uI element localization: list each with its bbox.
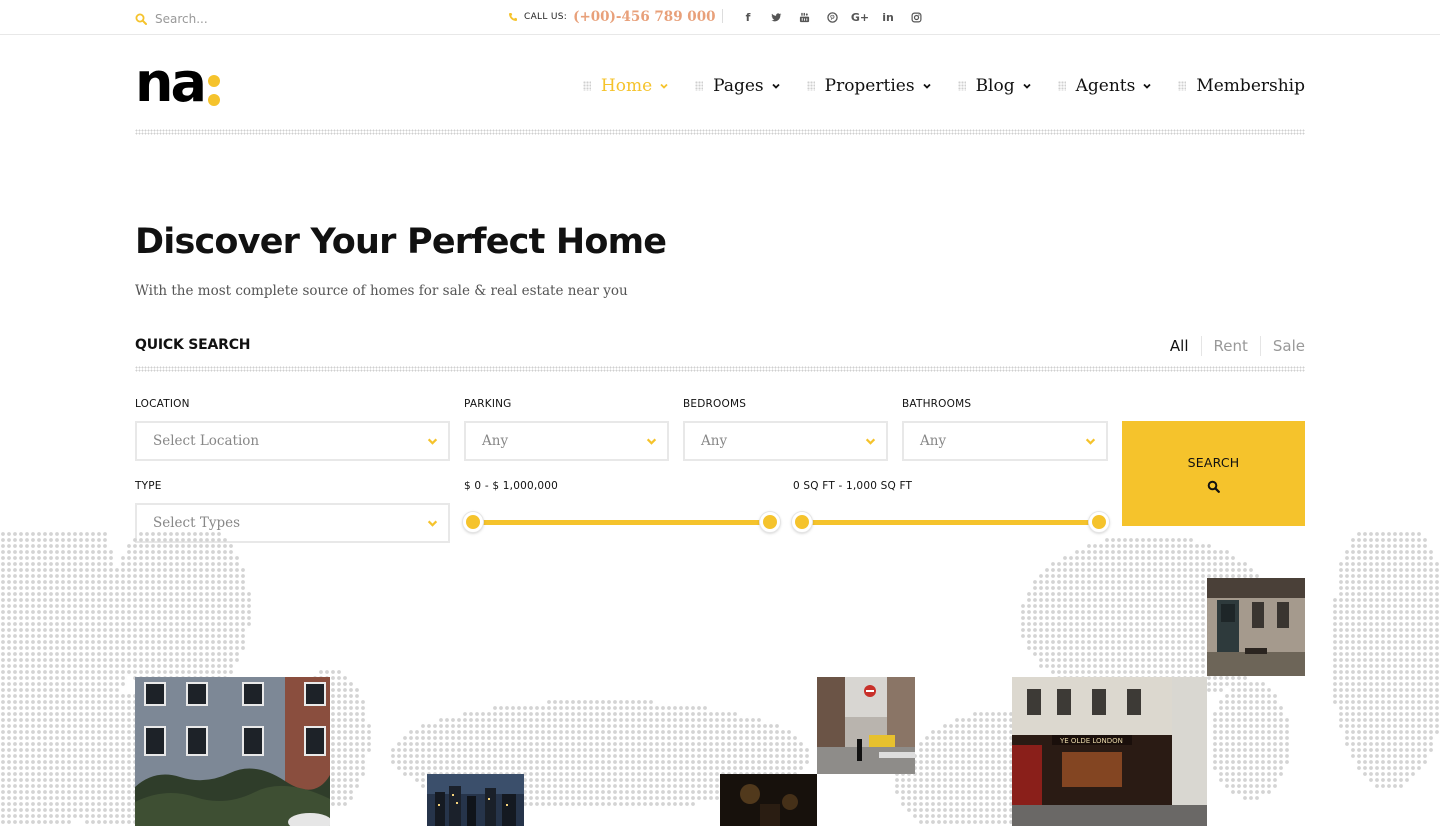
property-photo[interactable] [135, 677, 330, 826]
price-range-slider[interactable] [463, 512, 780, 532]
nav-item-label: Pages [713, 76, 764, 96]
bathrooms-select[interactable]: Any [902, 421, 1108, 461]
search-icon [1207, 480, 1220, 493]
chevron-down-icon [427, 438, 438, 445]
area-range-label: 0 SQ FT - 1,000 SQ FT [793, 480, 913, 492]
pinterest-icon[interactable] [818, 9, 846, 25]
bedrooms-label: BEDROOMS [683, 398, 747, 410]
slider-track [463, 520, 780, 525]
area-min-handle[interactable] [792, 512, 812, 532]
chevron-down-icon [646, 438, 657, 445]
search-input[interactable] [155, 12, 355, 26]
grip-icon [695, 81, 704, 91]
linkedin-icon[interactable]: in [874, 9, 902, 25]
logo-text: na [135, 51, 207, 114]
type-label: TYPE [135, 480, 162, 492]
call-us-label: CALL US: [524, 12, 568, 22]
top-bar: CALL US: (+00)-456 789 000 f G+ in [0, 0, 1440, 35]
property-photo[interactable] [427, 774, 524, 826]
nav-item-label: Home [600, 76, 653, 96]
parking-value: Any [482, 433, 509, 449]
bathrooms-label: BATHROOMS [902, 398, 972, 410]
chevron-down-icon [771, 83, 780, 89]
grip-icon [582, 81, 591, 91]
slider-track [792, 520, 1109, 525]
parking-select[interactable]: Any [464, 421, 669, 461]
chevron-down-icon [1143, 83, 1151, 89]
page-title: Discover Your Perfect Home [135, 222, 667, 262]
site-logo[interactable]: na [135, 51, 220, 114]
facebook-icon[interactable]: f [734, 9, 762, 25]
search-button-label: SEARCH [1187, 454, 1240, 470]
bedrooms-select[interactable]: Any [683, 421, 888, 461]
location-label: LOCATION [135, 398, 190, 410]
search-icon[interactable] [135, 13, 147, 25]
bedrooms-value: Any [701, 433, 728, 449]
tab-rent[interactable]: Rent [1200, 336, 1260, 356]
chevron-down-icon [427, 520, 438, 527]
location-value: Select Location [153, 433, 260, 449]
nav-item-membership[interactable]: Membership [1178, 76, 1305, 96]
price-min-handle[interactable] [463, 512, 483, 532]
property-photo[interactable] [720, 774, 817, 826]
header-divider [135, 129, 1305, 135]
google-plus-icon[interactable]: G+ [846, 9, 874, 25]
youtube-icon[interactable] [790, 9, 818, 25]
nav-item-blog[interactable]: Blog [957, 76, 1032, 96]
chevron-down-icon [922, 83, 931, 89]
chevron-down-icon [1085, 438, 1096, 445]
area-max-handle[interactable] [1089, 512, 1109, 532]
phone-icon [509, 13, 517, 21]
tab-all[interactable]: All [1170, 336, 1201, 356]
tab-sale[interactable]: Sale [1259, 336, 1305, 356]
parking-label: PARKING [464, 398, 512, 410]
nav-item-pages[interactable]: Pages [695, 76, 780, 96]
quick-search-title: QUICK SEARCH [135, 337, 251, 353]
price-range-label: $ 0 - $ 1,000,000 [464, 480, 559, 492]
area-range-slider[interactable] [792, 512, 1109, 532]
grip-icon [957, 81, 966, 91]
chevron-down-icon [865, 438, 876, 445]
logo-colon [207, 61, 220, 106]
chevron-down-icon [660, 83, 668, 89]
location-select[interactable]: Select Location [135, 421, 450, 461]
grip-icon [1057, 81, 1066, 91]
grip-icon [806, 81, 815, 91]
nav-item-properties[interactable]: Properties [806, 76, 932, 96]
search-button[interactable]: SEARCH [1122, 421, 1305, 526]
call-us: CALL US: (+00)-456 789 000 [508, 8, 715, 26]
main-nav: Home Pages Properties Blog Agents Member… [557, 74, 1305, 98]
nav-item-label: Properties [824, 76, 915, 96]
property-photo[interactable] [1207, 578, 1305, 676]
nav-item-label: Membership [1196, 76, 1305, 96]
social-links: f G+ in [734, 9, 930, 25]
price-max-handle[interactable] [760, 512, 780, 532]
quick-search-tabs: All Rent Sale [1170, 336, 1305, 356]
nav-item-agents[interactable]: Agents [1057, 76, 1153, 96]
page-subtitle: With the most complete source of homes f… [135, 283, 628, 299]
top-search [135, 10, 355, 28]
twitter-icon[interactable] [762, 9, 790, 25]
quick-search-divider [135, 366, 1305, 372]
bathrooms-value: Any [920, 433, 947, 449]
divider [722, 9, 723, 23]
property-photo[interactable]: YE OLDE LONDON [1012, 677, 1207, 826]
property-photo[interactable] [817, 677, 915, 774]
nav-item-home[interactable]: Home [582, 76, 669, 96]
phone-number[interactable]: (+00)-456 789 000 [573, 9, 715, 25]
nav-item-label: Agents [1075, 76, 1136, 96]
type-value: Select Types [153, 515, 241, 531]
instagram-icon[interactable] [902, 9, 930, 25]
nav-item-label: Blog [975, 76, 1015, 96]
grip-icon [1178, 81, 1187, 91]
chevron-down-icon [1022, 83, 1031, 89]
